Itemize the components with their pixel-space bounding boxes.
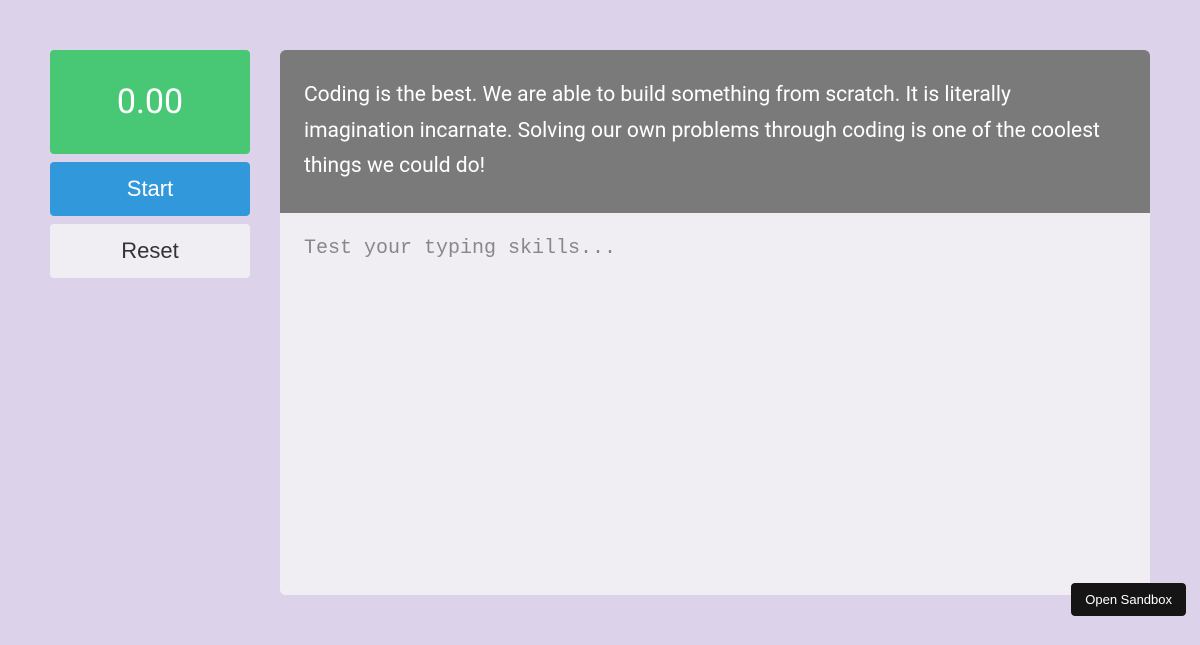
- typing-input[interactable]: [280, 213, 1150, 595]
- timer-display: 0.00: [50, 50, 250, 154]
- controls-panel: 0.00 Start Reset: [50, 50, 250, 595]
- app-container: 0.00 Start Reset Coding is the best. We …: [0, 0, 1200, 645]
- prompt-text: Coding is the best. We are able to build…: [280, 50, 1150, 213]
- open-sandbox-button[interactable]: Open Sandbox: [1071, 583, 1186, 616]
- typing-panel: Coding is the best. We are able to build…: [280, 50, 1150, 595]
- start-button[interactable]: Start: [50, 162, 250, 216]
- reset-button[interactable]: Reset: [50, 224, 250, 278]
